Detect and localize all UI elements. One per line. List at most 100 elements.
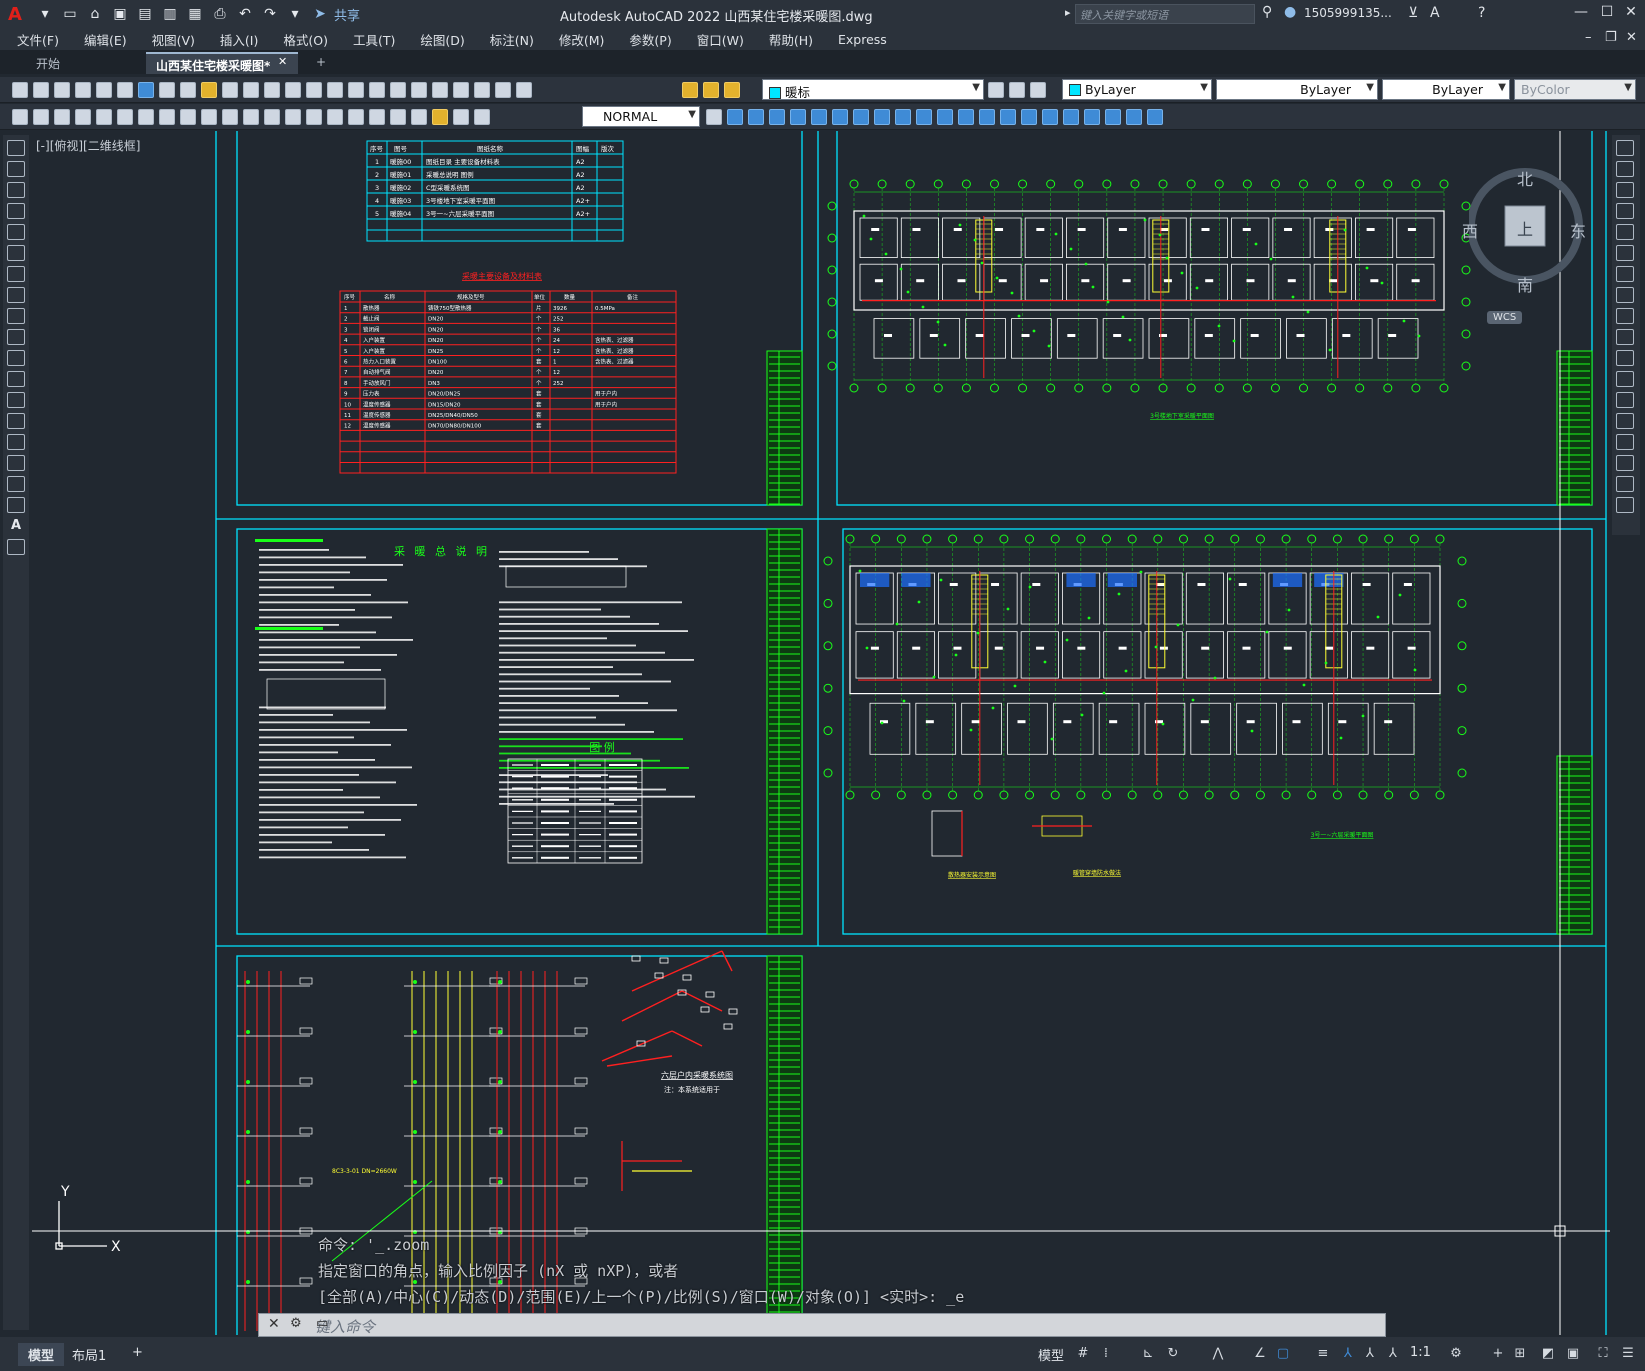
explode-modify-icon[interactable] — [1616, 497, 1634, 513]
snap-icon[interactable]: ⁞ — [1098, 1346, 1114, 1362]
layer-properties-icon[interactable] — [516, 82, 532, 98]
minimize-button[interactable]: — — [1570, 4, 1592, 24]
gradient-icon[interactable] — [7, 455, 25, 471]
menu-file[interactable]: 文件(F) — [17, 30, 59, 49]
layer-dropdown[interactable]: 暖标 ▼ — [762, 79, 984, 100]
dimstyle-dropdown[interactable]: NORMAL ▼ — [582, 106, 700, 127]
auto-scale-icon[interactable]: ⅄ — [1362, 1346, 1378, 1362]
table-icon[interactable] — [7, 497, 25, 513]
properties-icon[interactable] — [369, 82, 385, 98]
layer-previous-icon[interactable] — [1009, 82, 1025, 98]
save-tool-icon[interactable] — [54, 82, 70, 98]
command-close-icon[interactable]: ✕ — [268, 1316, 280, 1332]
osnap-icon[interactable]: ▢ — [1275, 1346, 1291, 1362]
menu-insert[interactable]: 插入(I) — [220, 30, 258, 49]
linear-dim-icon[interactable] — [75, 109, 91, 125]
chamfer-modify-icon[interactable] — [1616, 434, 1634, 450]
mirror-modify-icon[interactable] — [1616, 182, 1634, 198]
ordinate-dim-icon[interactable] — [138, 109, 154, 125]
angular-dim-icon[interactable] — [222, 109, 238, 125]
color-dropdown[interactable]: ByLayer ▼ — [1062, 79, 1212, 100]
customization-icon[interactable]: ☰ — [1620, 1346, 1636, 1362]
sheetset-icon[interactable] — [432, 82, 448, 98]
clean-screen-icon[interactable]: ⛶ — [1595, 1346, 1611, 1362]
lineweight-dropdown[interactable]: ByLayer ▼ — [1382, 79, 1510, 100]
plot-icon[interactable]: ⎙ — [210, 5, 230, 23]
isolate-objects-icon[interactable]: ◩ — [1540, 1346, 1556, 1362]
tab-start[interactable]: 开始 — [26, 52, 70, 74]
xref-icon[interactable] — [1105, 109, 1121, 125]
dim-update-icon[interactable] — [474, 109, 490, 125]
command-recent-icon[interactable]: ▭ — [316, 1316, 328, 1331]
annotation-scale-icon[interactable]: ⅄ — [1385, 1346, 1401, 1362]
compass-south[interactable]: 南 — [1517, 272, 1533, 296]
array-icon[interactable] — [790, 109, 806, 125]
designcenter-icon[interactable] — [390, 82, 406, 98]
move-icon[interactable] — [811, 109, 827, 125]
arc-length-icon[interactable] — [117, 109, 133, 125]
break-icon[interactable] — [937, 109, 953, 125]
dimstyle-icon[interactable] — [706, 109, 722, 125]
model-space-toggle[interactable]: 模型 — [1038, 1345, 1064, 1364]
tolerance-icon[interactable] — [348, 109, 364, 125]
tab-layout1[interactable]: 布局1 — [62, 1343, 116, 1366]
polygon-icon[interactable] — [7, 203, 25, 219]
close-button[interactable]: ✕ — [1620, 4, 1642, 24]
menu-dimension[interactable]: 标注(N) — [490, 30, 534, 49]
break-point-icon[interactable] — [1616, 371, 1634, 387]
undo-tool-icon[interactable] — [243, 82, 259, 98]
cart-icon[interactable]: ⊻ — [1408, 5, 1418, 21]
cut-icon[interactable] — [159, 82, 175, 98]
erase-icon[interactable] — [1616, 140, 1634, 156]
add-layout-button[interactable]: + — [122, 1343, 153, 1362]
rotate-modify-icon[interactable] — [1616, 266, 1634, 282]
annotation-scale-value[interactable]: 1:1 — [1410, 1345, 1431, 1360]
image-icon[interactable] — [1126, 109, 1142, 125]
menu-window[interactable]: 窗口(W) — [697, 30, 744, 49]
scale-modify-icon[interactable] — [1616, 287, 1634, 303]
menu-express[interactable]: Express — [838, 32, 887, 47]
region-icon[interactable] — [7, 476, 25, 492]
viewcube[interactable]: 北 南 东 西 上 WCS — [1462, 156, 1589, 324]
tool-palettes-icon[interactable] — [411, 82, 427, 98]
osnap-tracking-icon[interactable]: ∠ — [1252, 1346, 1268, 1362]
ellipse-arc-icon[interactable] — [7, 350, 25, 366]
doc-close-icon[interactable]: ✕ — [1626, 30, 1637, 45]
rotate-icon[interactable] — [832, 109, 848, 125]
menu-parametric[interactable]: 参数(P) — [629, 30, 671, 49]
zoom-window-icon[interactable] — [327, 82, 343, 98]
explode-icon[interactable] — [1021, 109, 1037, 125]
undo-icon[interactable]: ↶ — [235, 5, 255, 23]
polyline-icon[interactable] — [7, 182, 25, 198]
linetype-dropdown[interactable]: ByLayer ▼ — [1216, 79, 1378, 100]
menu-format[interactable]: 格式(O) — [283, 30, 328, 49]
share-button[interactable]: 共享 — [334, 5, 360, 24]
plot-tool-icon[interactable] — [75, 82, 91, 98]
redo-icon[interactable]: ↷ — [260, 5, 280, 23]
move-modify-icon[interactable] — [1616, 245, 1634, 261]
layer-on-icon[interactable] — [682, 82, 698, 98]
open-icon[interactable] — [33, 82, 49, 98]
autocad-logo-icon[interactable]: A — [8, 4, 30, 25]
redo-tool-icon[interactable] — [264, 82, 280, 98]
tab-model[interactable]: 模型 — [18, 1343, 65, 1366]
join-modify-icon[interactable] — [1616, 413, 1634, 429]
drawing-canvas[interactable]: 序号 图号 图纸名称 图幅 版次 1 暖施00 图纸目录 主要设备材料表 A2 2 暖施0… — [32, 131, 1610, 1335]
dim-break-icon[interactable] — [327, 109, 343, 125]
menu-edit[interactable]: 编辑(E) — [84, 30, 127, 49]
wcs-menu[interactable]: WCS — [1487, 311, 1523, 324]
inspection-icon[interactable] — [390, 109, 406, 125]
rectangle-icon[interactable] — [7, 224, 25, 240]
pan-icon[interactable] — [285, 82, 301, 98]
trim-icon[interactable] — [895, 109, 911, 125]
menu-view[interactable]: 视图(V) — [152, 30, 195, 49]
scale-icon[interactable] — [853, 109, 869, 125]
dim-space-icon[interactable] — [306, 109, 322, 125]
3dprint-icon[interactable] — [138, 82, 154, 98]
web-open-icon[interactable]: ▥ — [160, 5, 180, 23]
save-icon[interactable]: ▣ — [110, 5, 130, 23]
tab-active-drawing[interactable]: 山西某住宅楼采暖图* — [146, 52, 298, 74]
menu-modify[interactable]: 修改(M) — [559, 30, 605, 49]
hatch-icon[interactable] — [7, 434, 25, 450]
stretch-modify-icon[interactable] — [1616, 308, 1634, 324]
